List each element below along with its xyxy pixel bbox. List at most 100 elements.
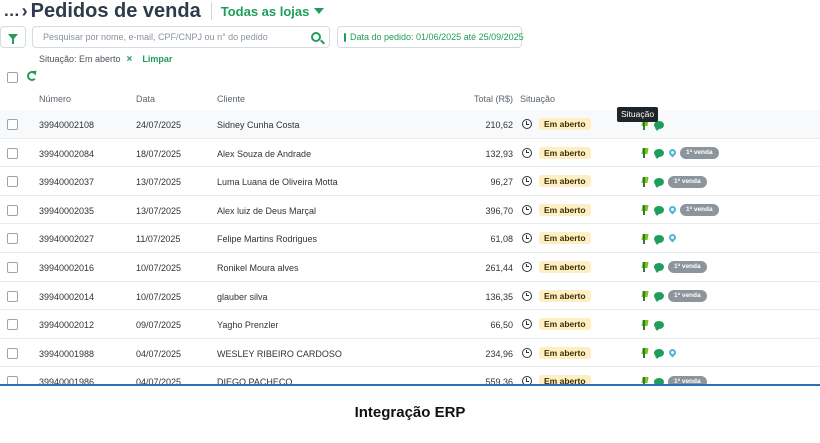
order-number[interactable]: 39940002012 (39, 320, 94, 330)
order-indicators: 1ª venda (642, 261, 707, 274)
row-checkbox[interactable] (7, 261, 18, 273)
order-indicators (642, 232, 680, 245)
row-checkbox[interactable] (7, 147, 18, 159)
flag-icon[interactable] (642, 291, 649, 302)
flag-icon[interactable] (642, 233, 649, 244)
refresh-icon[interactable] (27, 71, 37, 81)
row-checkbox[interactable] (7, 204, 18, 216)
column-header-date[interactable]: Data (136, 94, 155, 104)
table-row[interactable]: 39940002016 10/07/2025 Ronikel Moura alves… (0, 253, 820, 282)
column-header-total[interactable]: Total (R$) (443, 94, 513, 104)
tooltip: Situação (617, 107, 659, 122)
clock-icon (522, 290, 532, 301)
filter-icon (8, 34, 18, 44)
order-number[interactable]: 39940002108 (39, 120, 94, 130)
search-input[interactable] (43, 32, 305, 42)
filter-button[interactable] (0, 26, 26, 48)
table-row[interactable]: 39940001986 04/07/2025 DIEGO PACHECO 559,36… (0, 367, 820, 384)
chat-icon[interactable] (654, 149, 664, 160)
client-name: Felipe Martins Rodrigues (217, 234, 318, 245)
chat-icon[interactable] (654, 177, 664, 188)
flag-icon[interactable] (642, 205, 649, 216)
column-header-status[interactable]: Situação (520, 94, 555, 104)
flag-icon[interactable] (642, 148, 649, 159)
chat-icon[interactable] (654, 206, 664, 217)
chat-icon[interactable] (654, 349, 664, 360)
row-checkbox[interactable] (7, 290, 18, 302)
client-name: Sidney Cunha Costa (217, 120, 300, 130)
table-row[interactable]: 39940002037 13/07/2025 Luma Luana de Olive… (0, 167, 820, 196)
status-filter-chip: Situação: Em aberto (39, 54, 121, 64)
search-box (32, 26, 330, 48)
order-number[interactable]: 39940002037 (39, 177, 94, 187)
order-date: 04/07/2025 (136, 377, 182, 384)
column-header-number[interactable]: Número (39, 94, 71, 104)
order-number[interactable]: 39940002084 (39, 149, 94, 159)
clock-icon (522, 176, 532, 187)
table-row[interactable]: 39940001988 04/07/2025 WESLEY RIBEIRO CARD… (0, 339, 820, 368)
clock-icon (522, 119, 532, 129)
order-date: 13/07/2025 (136, 205, 182, 216)
flag-icon[interactable] (642, 262, 649, 273)
location-pin-icon[interactable] (667, 204, 678, 215)
table-row[interactable]: 39940002108 24/07/2025 Sidney Cunha Costa 2… (0, 110, 820, 139)
column-header-client[interactable]: Cliente (217, 94, 245, 104)
order-indicators: 1ª venda (642, 147, 719, 160)
flag-icon[interactable] (642, 176, 649, 187)
breadcrumb-chevron-icon: › (21, 0, 28, 21)
row-checkbox[interactable] (7, 119, 18, 130)
order-number[interactable]: 39940002027 (39, 234, 94, 244)
order-number[interactable]: 39940001988 (39, 349, 94, 359)
clock-icon (522, 233, 532, 244)
table-row[interactable]: 39940002035 13/07/2025 Alex luiz de Deus M… (0, 196, 820, 225)
flag-icon[interactable] (642, 319, 649, 330)
row-checkbox[interactable] (7, 376, 18, 384)
table-row[interactable]: 39940002012 09/07/2025 Yagho Prenzler 66,50… (0, 310, 820, 339)
location-pin-icon[interactable] (667, 232, 678, 243)
row-checkbox[interactable] (7, 176, 18, 188)
clock-icon (522, 376, 532, 384)
clock-icon (522, 319, 532, 330)
table-row[interactable]: 39940002084 18/07/2025 Alex Souza de Andra… (0, 139, 820, 168)
order-number[interactable]: 39940002014 (39, 292, 94, 302)
clock-icon (522, 204, 532, 215)
close-icon[interactable]: × (127, 54, 133, 65)
select-all-checkbox[interactable] (7, 72, 18, 83)
chat-icon[interactable] (654, 263, 664, 274)
clear-filters-link[interactable]: Limpar (142, 54, 172, 64)
location-pin-icon[interactable] (667, 347, 678, 358)
flag-icon[interactable] (642, 348, 649, 359)
breadcrumb[interactable]: ... (4, 1, 20, 21)
clock-icon (522, 347, 532, 358)
chat-icon[interactable] (654, 234, 664, 245)
table-row[interactable]: 39940002027 11/07/2025 Felipe Martins Rodr… (0, 224, 820, 253)
first-sale-badge: 1ª venda (680, 147, 719, 160)
first-sale-badge: 1ª venda (668, 375, 707, 384)
date-filter-button[interactable]: Data do pedido: 01/06/2025 até 25/09/202… (337, 26, 524, 48)
location-pin-icon[interactable] (667, 147, 678, 158)
store-selector[interactable]: Todas as lojas (221, 4, 325, 19)
row-checkbox[interactable] (7, 233, 18, 245)
table-row[interactable]: 39940002014 10/07/2025 glauber silva 136,35… (0, 282, 820, 311)
clock-icon (522, 261, 532, 272)
status-badge: Em aberto (539, 118, 591, 130)
order-indicators (642, 347, 680, 360)
order-number[interactable]: 39940002035 (39, 206, 94, 216)
client-name: Alex Souza de Andrade (217, 148, 312, 159)
order-number[interactable]: 39940001986 (39, 377, 94, 384)
order-number[interactable]: 39940002016 (39, 263, 94, 273)
search-icon[interactable] (311, 32, 321, 42)
order-total: 396,70 (485, 205, 513, 216)
flag-icon[interactable] (642, 376, 649, 384)
order-total: 66,50 (490, 320, 513, 331)
status-badge: Em aberto (539, 289, 591, 302)
status-badge: Em aberto (539, 232, 591, 245)
row-checkbox[interactable] (7, 347, 18, 359)
order-date: 24/07/2025 (136, 120, 182, 130)
client-name: Yagho Prenzler (217, 320, 279, 331)
chat-icon[interactable] (654, 292, 664, 303)
calendar-icon (344, 32, 346, 42)
caret-down-icon (314, 8, 325, 14)
chat-icon[interactable] (654, 320, 664, 331)
row-checkbox[interactable] (7, 319, 18, 331)
